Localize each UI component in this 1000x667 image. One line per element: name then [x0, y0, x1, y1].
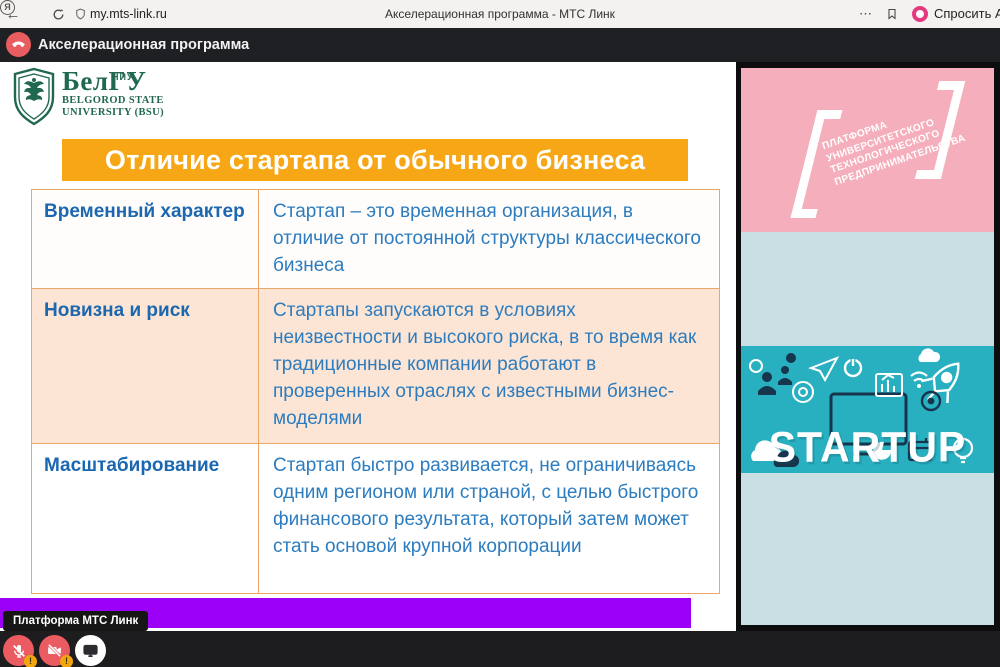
startup-label: STARTUP [741, 423, 994, 472]
belgu-shield-icon [12, 67, 56, 127]
meeting-title: Акселерационная программа [38, 28, 249, 62]
table-term-cell: Временный характер [32, 190, 259, 288]
logo-subtitle-line2: UNIVERSITY (BSU) [62, 107, 164, 119]
mic-warning-badge: ! [24, 655, 37, 667]
slide-sidebar: ПЛАТФОРМА УНИВЕРСИТЕТСКОГО ТЕХНОЛОГИЧЕСК… [741, 62, 994, 631]
screenshare-monitor-icon [82, 642, 99, 659]
screenshare-area: БелГУ НИУ BELGOROD STATE UNIVERSITY (BSU… [0, 62, 1000, 631]
presentation-slide: БелГУ НИУ BELGOROD STATE UNIVERSITY (BSU… [0, 62, 736, 631]
microphone-muted-button[interactable]: ! [3, 635, 34, 666]
back-icon[interactable]: ← [2, 0, 24, 28]
end-call-button[interactable] [6, 32, 31, 57]
mic-off-icon [11, 643, 27, 659]
refresh-icon[interactable] [49, 0, 67, 28]
platform-tooltip: Платформа МТС Линк [3, 611, 148, 631]
table-row: Временный характер Стартап – это временн… [32, 190, 719, 289]
logo-niu-label: НИУ [112, 63, 134, 91]
platform-label: ПЛАТФОРМА УНИВЕРСИТЕТСКОГО ТЕХНОЛОГИЧЕСК… [821, 93, 979, 189]
more-menu-icon[interactable]: ⋯ [856, 0, 876, 28]
phone-handset-icon [10, 36, 27, 53]
logo-wordmark: БелГУ НИУ [62, 67, 164, 95]
slide-title-banner: Отличие стартапа от обычного бизнеса [62, 139, 688, 181]
app-window: ← Я my.mts-link.ru Акселерационная прогр… [0, 0, 1000, 667]
table-row: Новизна и риск Стартапы запускаются в ус… [32, 289, 719, 444]
call-controls-bar: ! ! [0, 631, 1000, 667]
table-description-cell: Стартапы запускаются в условиях неизвест… [259, 289, 719, 443]
camera-warning-badge: ! [60, 655, 73, 667]
comparison-table: Временный характер Стартап – это временн… [31, 189, 720, 594]
table-description-cell: Стартап – это временная организация, в о… [259, 190, 719, 288]
ask-alice-label[interactable]: Спросить Ал [934, 0, 1000, 28]
table-row: Масштабирование Стартап быстро развивает… [32, 444, 719, 594]
bookmark-icon[interactable] [883, 0, 901, 28]
address-bar-url[interactable]: my.mts-link.ru [90, 0, 167, 28]
alice-assistant-icon[interactable] [912, 6, 928, 22]
platform-pink-card: ПЛАТФОРМА УНИВЕРСИТЕТСКОГО ТЕХНОЛОГИЧЕСК… [741, 68, 994, 232]
table-term-cell: Новизна и риск [32, 289, 259, 443]
logo-subtitle-line1: BELGOROD STATE [62, 95, 164, 107]
site-security-shield-icon[interactable] [72, 0, 88, 28]
table-term-cell: Масштабирование [32, 444, 259, 593]
screenshare-button[interactable] [75, 635, 106, 666]
meeting-header: Акселерационная программа [0, 28, 1000, 62]
browser-toolbar: ← Я my.mts-link.ru Акселерационная прогр… [0, 0, 1000, 28]
belgu-university-logo: БелГУ НИУ BELGOROD STATE UNIVERSITY (BSU… [12, 67, 164, 127]
sidebar-blue-panel: STARTUP [741, 232, 994, 625]
startup-banner: STARTUP [741, 346, 994, 473]
browser-tab-title: Акселерационная программа - МТС Линк [300, 0, 700, 28]
table-description-cell: Стартап быстро развивается, не ограничив… [259, 444, 719, 593]
camera-off-button[interactable]: ! [39, 635, 70, 666]
